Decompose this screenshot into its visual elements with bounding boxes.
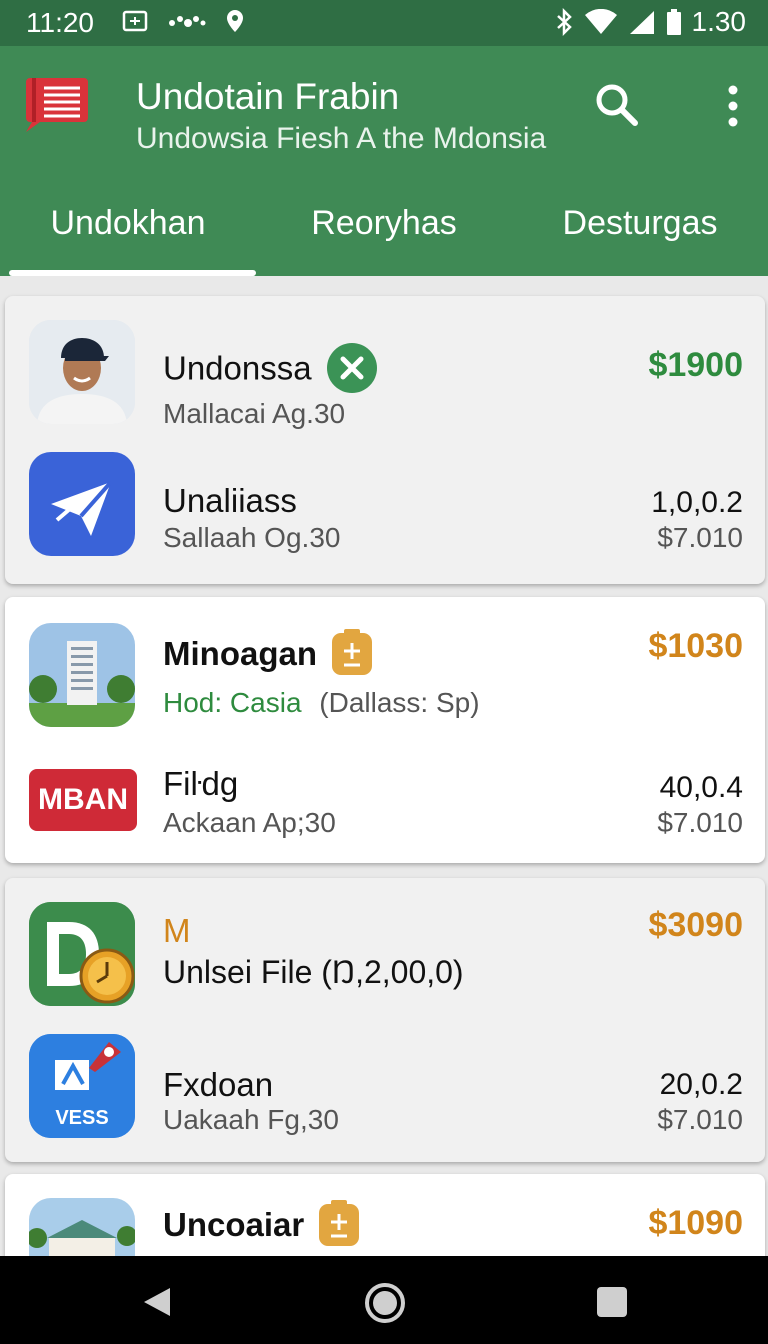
building-image [29, 1198, 135, 1256]
app-title: Undotain Frabin [136, 76, 400, 117]
plus-minus-badge-icon [332, 629, 372, 676]
search-icon[interactable] [592, 80, 640, 128]
logo-text: VESS [55, 1107, 108, 1129]
item-sub-value: $7.010 [657, 807, 743, 838]
transaction-list: Undonssa Mallacai Ag.30 $1900 Unaliiass … [0, 276, 768, 1256]
app-logo [29, 452, 135, 556]
item-amount: $3090 [648, 906, 743, 944]
item-title: Fiŀdg [163, 765, 239, 802]
plus-minus-badge-icon [319, 1200, 360, 1247]
item-subtitle-extra: (Dallass: Sp) [319, 687, 480, 718]
list-card: M Unlsei File (Ŋ,2,00,0) $3090 VESS Fxdo… [5, 878, 765, 1162]
person-photo [29, 320, 135, 424]
status-time: 11:20 [26, 7, 94, 38]
item-value: 1,0,0.2 [651, 486, 743, 519]
close-circle-icon [326, 343, 377, 393]
item-title: Undonssa [163, 349, 312, 387]
item-subtitle: Unlsei File (Ŋ,2,00,0) [163, 954, 464, 990]
item-title: M [163, 912, 191, 949]
home-icon[interactable] [364, 1282, 406, 1324]
paper-plane-icon [51, 480, 113, 536]
building-photo [29, 1198, 135, 1256]
tab-bar: Undokhan Reoryhas Desturgas [0, 186, 768, 276]
wifi-icon [584, 9, 617, 34]
list-item[interactable]: Unaliiass Sallaah Og.30 1,0,0.2 $7.010 [5, 440, 765, 570]
list-item[interactable]: Undonssa Mallacai Ag.30 $1900 [5, 296, 765, 429]
item-amount: $1090 [648, 1204, 743, 1242]
battery-text: 1.30 [691, 6, 747, 37]
avatar [29, 320, 135, 424]
list-item[interactable]: VESS Fxdoan Uakaah Fg,30 20,0.2 $7.010 [5, 1024, 765, 1154]
location-icon [227, 10, 243, 32]
tab-reoryhas[interactable]: Reoryhas [256, 186, 512, 276]
status-bar: 11:20 1.30 [0, 0, 768, 46]
item-amount: $1030 [648, 627, 743, 665]
battery-icon [666, 9, 681, 35]
list-item[interactable]: MBAN Fiŀdg Ackaan Ap;30 40,0.4 $7.010 [5, 737, 765, 867]
list-item[interactable]: Uncoaiar $1090 [5, 1174, 765, 1256]
clock-d-icon [29, 902, 135, 1006]
tab-desturgas[interactable]: Desturgas [512, 186, 768, 276]
app-logo [29, 902, 135, 1006]
item-value: 20,0.2 [659, 1068, 743, 1101]
item-sub-value: $7.010 [657, 522, 743, 553]
building-photo [29, 623, 135, 727]
logo-text: MBAN [38, 783, 128, 816]
back-icon[interactable] [140, 1284, 176, 1320]
item-amount: $1900 [648, 346, 743, 384]
item-sub-value: $7.010 [657, 1104, 743, 1135]
app-bar: Undotain Frabin Undowsia Fiesh A the Mdo… [0, 46, 768, 276]
recents-icon[interactable] [596, 1286, 628, 1318]
list-item[interactable]: Minoagan Hod: Casia (Dallass: Sp) $1030 [5, 597, 765, 727]
bluetooth-icon [556, 8, 572, 36]
list-card: Minoagan Hod: Casia (Dallass: Sp) $1030 … [5, 597, 765, 863]
item-title: Uncoaiar [163, 1206, 305, 1243]
item-subtitle: Uakaah Fg,30 [163, 1104, 339, 1135]
more-vert-icon[interactable] [716, 82, 750, 130]
building-image [29, 623, 135, 727]
system-nav-bar [0, 1256, 768, 1344]
item-title: Unaliiass [163, 482, 297, 519]
item-value: 40,0.4 [659, 771, 743, 804]
screen-cast-icon [122, 10, 148, 32]
vess-icon: VESS [29, 1034, 135, 1138]
item-subtitle: Sallaah Og.30 [163, 522, 341, 553]
signal-icon [629, 11, 654, 34]
item-title: Minoagan [163, 635, 317, 672]
list-item[interactable]: M Unlsei File (Ŋ,2,00,0) $3090 [5, 878, 765, 1008]
item-subtitle: Ackaan Ap;30 [163, 807, 336, 838]
dots-icon [169, 16, 206, 27]
item-title: Fxdoan [163, 1066, 274, 1103]
list-logo-icon [26, 78, 88, 132]
app-subtitle: Undowsia Fiesh A the Mdonsia [136, 122, 547, 155]
tab-undokhan[interactable]: Undokhan [0, 186, 256, 276]
app-logo: VESS [29, 1034, 135, 1138]
item-subtitle: Mallacai Ag.30 [163, 398, 346, 429]
item-subtitle: Hod: Casia [163, 687, 302, 718]
list-card: Undonssa Mallacai Ag.30 $1900 Unaliiass … [5, 296, 765, 584]
list-card: Uncoaiar $1090 [5, 1174, 765, 1256]
mban-logo: MBAN [29, 769, 137, 831]
